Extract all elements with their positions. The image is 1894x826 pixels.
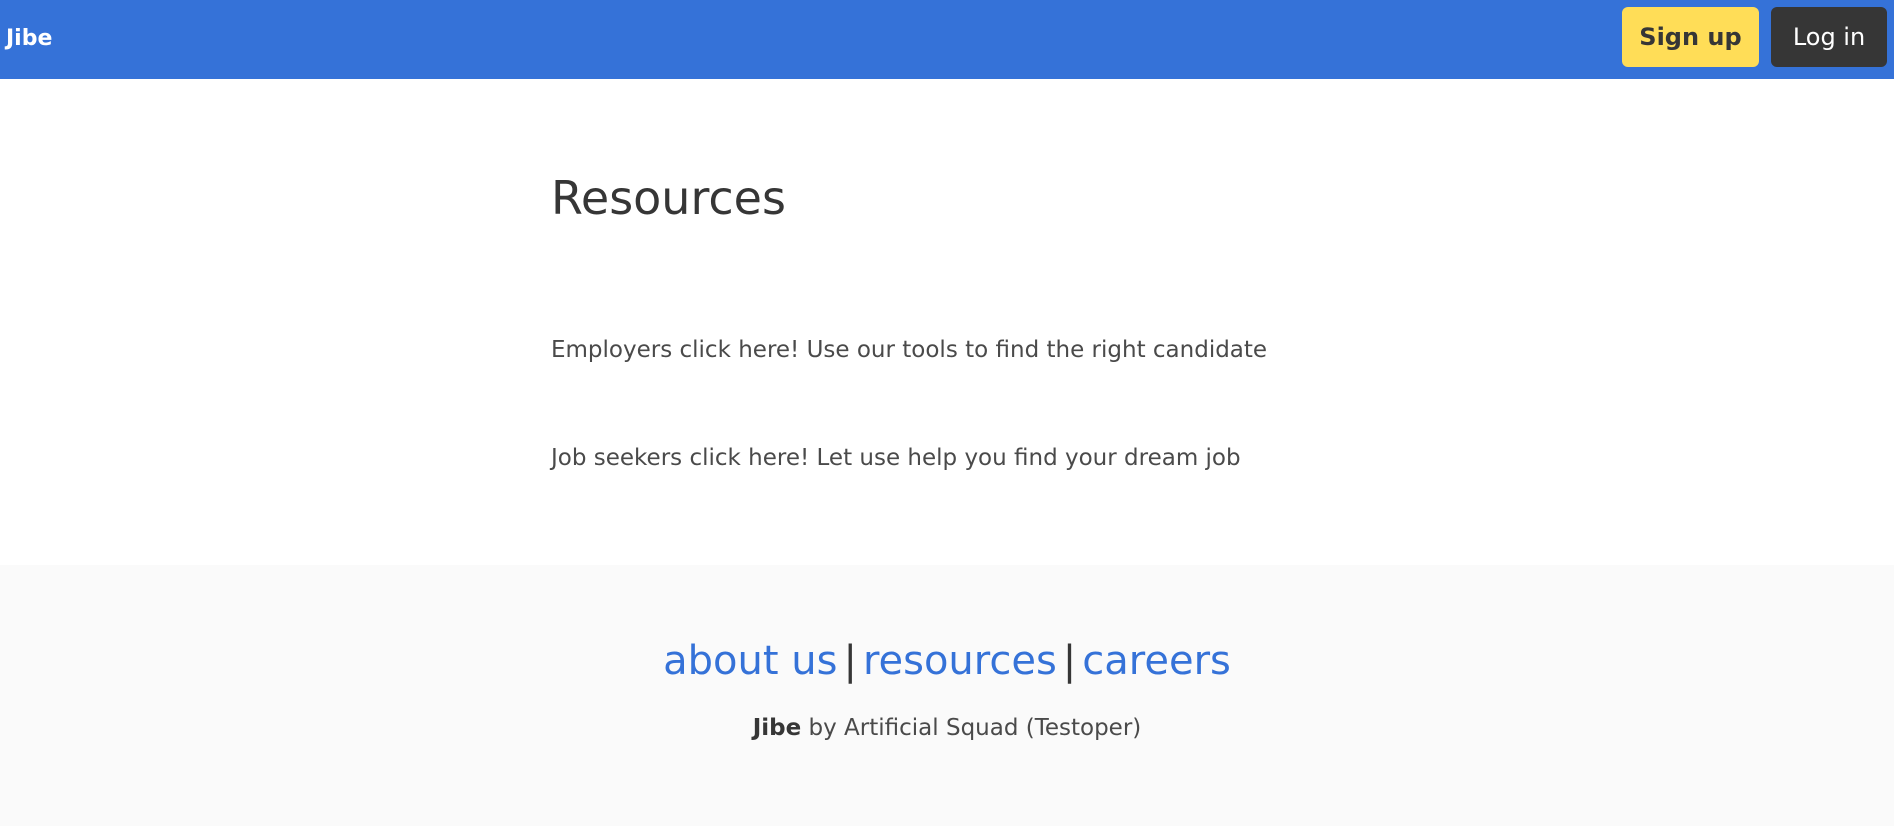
employers-resource-link[interactable]: Employers click here! Use our tools to f…	[551, 334, 1267, 366]
job-seekers-resource-link[interactable]: Job seekers click here! Let use help you…	[551, 442, 1241, 474]
footer-credit-text: by Artificial Squad (Testoper)	[801, 715, 1142, 741]
footer-link-resources[interactable]: resources	[863, 638, 1057, 684]
footer-credit: Jibe by Artificial Squad (Testoper)	[0, 712, 1894, 744]
footer-credit-brand: Jibe	[752, 715, 802, 741]
sign-up-button[interactable]: Sign up	[1622, 7, 1759, 67]
page-title: Resources	[551, 171, 786, 225]
log-in-button[interactable]: Log in	[1771, 7, 1887, 67]
footer-nav: about us | resources | careers	[0, 633, 1894, 689]
brand-logo-link[interactable]: Jibe	[6, 24, 52, 54]
page-footer: about us | resources | careers Jibe by Artif…	[0, 565, 1894, 826]
footer-link-about-us[interactable]: about us	[663, 638, 837, 684]
top-navbar: Jibe Sign up Log in	[0, 0, 1894, 79]
footer-separator: |	[843, 638, 857, 684]
footer-link-careers[interactable]: careers	[1082, 638, 1231, 684]
footer-separator: |	[1062, 638, 1077, 684]
